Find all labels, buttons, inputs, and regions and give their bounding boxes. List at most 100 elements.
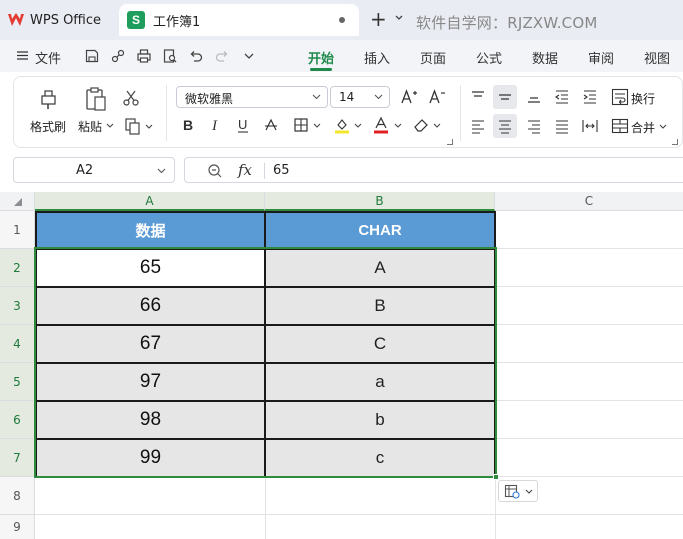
divider	[264, 163, 265, 179]
copy-icon[interactable]	[124, 117, 142, 135]
italic-icon[interactable]: I	[209, 117, 223, 133]
decrease-indent-icon[interactable]	[554, 89, 570, 105]
divider	[460, 85, 461, 141]
underline-icon[interactable]: U	[236, 117, 250, 133]
function-icon[interactable]: fx	[238, 161, 252, 179]
distributed-align-icon[interactable]	[582, 118, 598, 134]
cell-b1[interactable]: CHAR	[265, 212, 495, 249]
align-right-icon[interactable]	[526, 118, 542, 134]
row-header-4[interactable]: 4	[0, 325, 35, 363]
align-top-icon[interactable]	[470, 89, 486, 105]
ribbon-toolbar: 格式刷 粘贴 微软雅黑 14 B I U 换行 合并	[13, 76, 683, 148]
undo-icon[interactable]	[188, 48, 204, 64]
svg-text:B: B	[183, 117, 193, 133]
chevron-down-icon[interactable]	[241, 48, 257, 64]
tab-view[interactable]: 视图	[644, 48, 670, 67]
row-header-5[interactable]: 5	[0, 363, 35, 401]
chevron-down-icon[interactable]	[313, 123, 321, 129]
font-size-select[interactable]: 14	[330, 86, 390, 108]
wps-office-tab[interactable]: WPS Office	[8, 6, 101, 34]
paste-label[interactable]: 粘贴	[78, 118, 102, 135]
redo-icon[interactable]	[214, 48, 230, 64]
strikethrough-icon[interactable]	[264, 117, 278, 133]
wrap-text-label[interactable]: 换行	[631, 90, 655, 107]
chevron-down-icon[interactable]	[354, 123, 362, 129]
file-menu[interactable]: 文件	[35, 48, 61, 67]
unsaved-dot-icon[interactable]	[339, 17, 345, 23]
spreadsheet-grid[interactable]: A B C 1 2 3 4 5 6 7 8 9 数据 CHAR 65 66 67…	[0, 192, 683, 539]
cut-icon[interactable]	[122, 89, 140, 107]
align-middle-icon[interactable]	[497, 89, 513, 105]
chevron-down-icon[interactable]	[145, 124, 153, 130]
name-box-value: A2	[76, 163, 94, 178]
font-name-value: 微软雅黑	[185, 92, 234, 106]
spreadsheet-icon: S	[127, 11, 145, 29]
borders-icon[interactable]	[293, 117, 309, 133]
row-header-1[interactable]: 1	[0, 211, 35, 249]
increase-font-size-icon[interactable]	[400, 88, 418, 106]
font-name-select[interactable]: 微软雅黑	[176, 86, 328, 108]
app-name: WPS Office	[30, 12, 102, 28]
merge-label[interactable]: 合并	[631, 119, 655, 136]
chevron-down-icon[interactable]	[106, 123, 114, 129]
print-preview-icon[interactable]	[162, 48, 178, 64]
paste-options-button[interactable]	[498, 480, 538, 502]
row-header-2[interactable]: 2	[0, 249, 35, 287]
wps-logo-icon	[8, 13, 24, 26]
save-icon[interactable]	[84, 48, 100, 64]
zoom-search-icon[interactable]	[207, 163, 223, 179]
share-icon[interactable]	[110, 48, 126, 64]
align-left-icon[interactable]	[470, 118, 486, 134]
cell-a1[interactable]: 数据	[36, 212, 265, 249]
row-header-8[interactable]: 8	[0, 477, 35, 515]
new-tab-button[interactable]: +	[370, 9, 387, 29]
formula-bar[interactable]: fx 65	[184, 157, 683, 183]
justify-icon[interactable]	[554, 118, 570, 134]
chevron-down-icon[interactable]	[659, 124, 667, 130]
merge-cells-icon[interactable]	[611, 118, 629, 134]
chevron-down-icon[interactable]	[394, 123, 402, 129]
chevron-down-icon[interactable]	[433, 123, 441, 129]
alignment-dialog-launcher-icon[interactable]	[672, 139, 678, 145]
row-header-7[interactable]: 7	[0, 439, 35, 477]
gridline	[35, 514, 683, 515]
font-size-value: 14	[339, 90, 355, 104]
select-all-corner[interactable]	[0, 192, 35, 211]
column-header-a[interactable]: A	[35, 192, 265, 211]
row-header-6[interactable]: 6	[0, 401, 35, 439]
document-tab[interactable]: S 工作簿1	[119, 4, 359, 36]
increase-indent-icon[interactable]	[582, 89, 598, 105]
format-painter-label[interactable]: 格式刷	[30, 118, 66, 135]
column-header-c[interactable]: C	[495, 192, 683, 211]
fill-handle[interactable]	[493, 474, 499, 480]
font-color-icon[interactable]	[373, 116, 389, 134]
print-icon[interactable]	[136, 48, 152, 64]
tab-insert[interactable]: 插入	[364, 48, 390, 67]
divider	[166, 85, 167, 141]
tab-review[interactable]: 审阅	[588, 48, 614, 67]
tab-page[interactable]: 页面	[420, 48, 446, 67]
format-painter-icon[interactable]	[36, 87, 60, 111]
table-border	[35, 211, 496, 213]
chevron-down-icon[interactable]	[157, 168, 166, 174]
chevron-down-icon[interactable]	[394, 13, 404, 23]
row-header-9[interactable]: 9	[0, 515, 35, 539]
eraser-icon[interactable]	[413, 117, 429, 133]
bold-icon[interactable]: B	[181, 117, 195, 133]
formula-input[interactable]: 65	[273, 163, 290, 178]
column-header-b[interactable]: B	[265, 192, 495, 211]
menu-icon[interactable]	[17, 51, 28, 60]
font-dialog-launcher-icon[interactable]	[447, 139, 453, 145]
chevron-down-icon	[525, 489, 533, 494]
name-box[interactable]: A2	[13, 157, 175, 183]
paste-icon[interactable]	[84, 86, 108, 112]
tab-data[interactable]: 数据	[532, 48, 558, 67]
tab-home[interactable]: 开始	[308, 48, 334, 67]
tab-formula[interactable]: 公式	[476, 48, 502, 67]
row-header-3[interactable]: 3	[0, 287, 35, 325]
decrease-font-size-icon[interactable]	[428, 88, 446, 106]
align-center-icon[interactable]	[497, 118, 513, 134]
align-bottom-icon[interactable]	[526, 89, 542, 105]
fill-color-icon[interactable]	[334, 116, 350, 134]
wrap-text-icon[interactable]	[611, 88, 629, 106]
